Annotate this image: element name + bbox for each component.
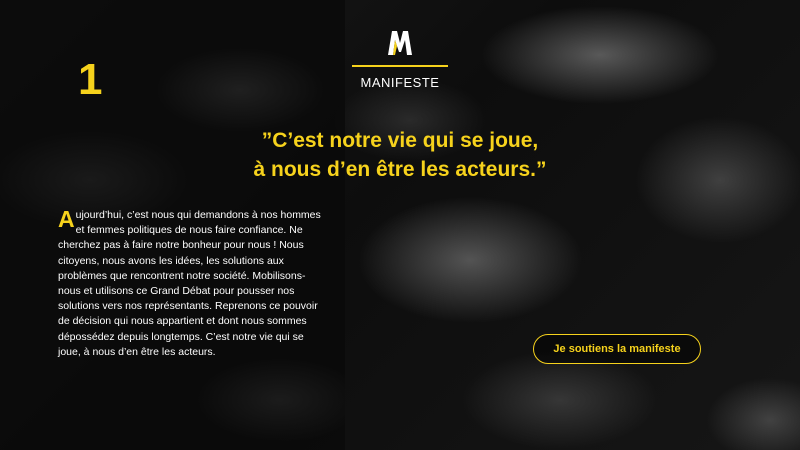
logo-underline (352, 65, 448, 67)
quote-line-2: à nous d’en être les acteurs.” (253, 158, 547, 181)
manifesto-body: ujourd’hui, c’est nous qui demandons à n… (58, 209, 321, 358)
brand-logo[interactable]: MANIFESTE (352, 28, 448, 90)
manifesto-text: Aujourd’hui, c’est nous qui demandons à … (58, 208, 328, 360)
support-manifesto-button[interactable]: Je soutiens la manifeste (533, 334, 701, 364)
hero-section: 1 MANIFESTE ”C’est notre vie qui se joue… (0, 0, 800, 450)
drop-cap: A (58, 206, 75, 232)
headline-quote: ”C’est notre vie qui se joue, à nous d’e… (180, 126, 620, 184)
brand-name: MANIFESTE (360, 75, 440, 90)
quote-line-1: ”C’est notre vie qui se joue, (261, 129, 539, 152)
step-number: 1 (78, 55, 103, 104)
m-logo-icon (388, 31, 412, 55)
